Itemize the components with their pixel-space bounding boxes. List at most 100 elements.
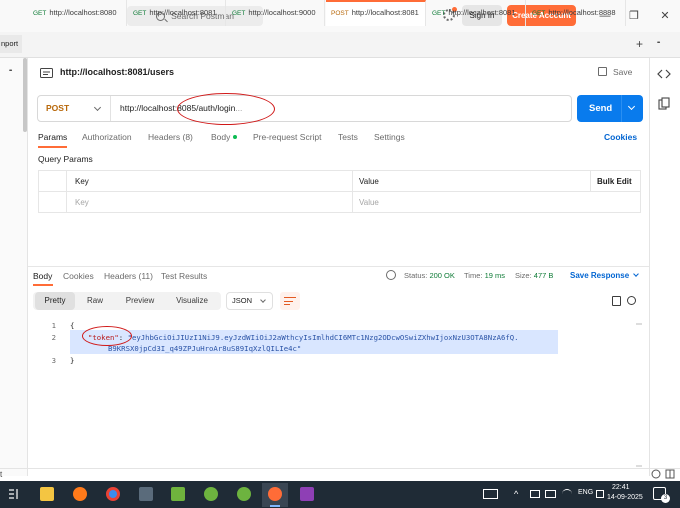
status-value: 200 OK [429, 271, 455, 280]
wrap-lines-icon[interactable] [280, 292, 300, 310]
volume-icon[interactable] [596, 490, 604, 498]
more-tabs-icon[interactable]: ••• [657, 40, 660, 46]
format-preview[interactable]: Preview [117, 292, 163, 310]
table-row: Key Value [39, 192, 640, 213]
tab-headers[interactable]: Headers (8) [148, 132, 193, 142]
response-divider[interactable] [28, 266, 649, 267]
tab-url: http://localhost:9000 [248, 8, 316, 17]
language-select[interactable]: JSON [226, 292, 273, 310]
clock-date[interactable]: 14-09-2025 [607, 494, 643, 501]
url-bar: POST http://localhost:8085/auth/login... [37, 95, 572, 122]
cookies-link[interactable]: Cookies [604, 132, 637, 142]
start-menu-icon[interactable] [8, 488, 22, 500]
method-select[interactable]: POST [38, 96, 111, 121]
format-raw[interactable]: Raw [77, 292, 113, 310]
postman-icon[interactable] [268, 487, 282, 501]
close-window-icon[interactable]: ✕ [658, 9, 672, 23]
layout-icon[interactable] [665, 469, 675, 479]
cloud-icon[interactable] [530, 490, 540, 498]
json-close-brace: } [70, 356, 75, 365]
chevron-down-icon [260, 297, 266, 303]
battery-icon[interactable] [545, 490, 556, 498]
chrome-icon[interactable] [106, 487, 120, 501]
tab-authorization[interactable]: Authorization [82, 132, 132, 142]
response-tab-cookies[interactable]: Cookies [63, 271, 94, 281]
request-tab-4-active[interactable]: POST http://localhost:8081 [326, 0, 426, 26]
tab-tests[interactable]: Tests [338, 132, 358, 142]
request-tab-3[interactable]: GET http://localhost:9000 [227, 0, 325, 26]
file-explorer-icon[interactable] [40, 487, 54, 501]
maximize-icon[interactable]: ❐ [627, 9, 641, 23]
http-request-icon [40, 68, 53, 78]
clock-time[interactable]: 22:41 [612, 484, 630, 491]
language-label: JSON [232, 296, 253, 305]
response-tab-body[interactable]: Body [33, 271, 52, 281]
import-button[interactable]: nport [0, 35, 22, 53]
calculator-icon[interactable] [139, 487, 153, 501]
tab-prerequest-script[interactable]: Pre-request Script [253, 132, 322, 142]
column-value-header: Value [359, 177, 379, 186]
line-number: 2 [51, 333, 56, 342]
response-tab-test-results[interactable]: Test Results [161, 271, 207, 281]
request-tab-5[interactable]: GET http://localhost:8081 [427, 0, 526, 26]
chevron-down-icon [93, 103, 102, 112]
format-pretty[interactable]: Pretty [35, 292, 75, 310]
size-value: 477 B [533, 271, 554, 280]
tab-body[interactable]: Body [211, 132, 238, 142]
status-info[interactable]: Status: 200 OK [404, 271, 455, 280]
help-icon[interactable] [651, 469, 661, 479]
time-label: Time: [464, 271, 483, 280]
size-info[interactable]: Size: 477 B [515, 271, 553, 280]
json-line-2[interactable]: "token": "eyJhbGciOiJIUzI1NiJ9.eyJzdWIiO… [88, 332, 519, 343]
save-button[interactable]: Save [598, 67, 632, 77]
request-tab-6[interactable]: GET http://localhost:8888 [527, 0, 626, 26]
save-response-button[interactable]: Save Response [570, 271, 640, 280]
request-title[interactable]: http://localhost:8081/users [60, 67, 174, 77]
tray-chevron-up-icon[interactable]: ^ [514, 489, 518, 499]
tab-url: http://localhost:8081 [448, 8, 516, 17]
tab-settings[interactable]: Settings [374, 132, 405, 142]
new-tab-icon[interactable]: + [636, 37, 643, 51]
request-tab-1[interactable]: GET http://localhost:8080 [28, 0, 127, 26]
onenote-icon[interactable] [300, 487, 314, 501]
chevron-down-icon [633, 271, 640, 277]
time-value: 19 ms [484, 271, 506, 280]
sidebar-scrollbar[interactable] [23, 58, 27, 132]
firefox-icon[interactable] [73, 487, 87, 501]
tab-method: GET [432, 10, 446, 17]
documentation-icon[interactable] [658, 97, 670, 110]
body-indicator-dot [233, 135, 238, 139]
response-scrollbar[interactable] [632, 320, 646, 470]
query-params-table: Key Value Bulk Edit Key Value [38, 170, 641, 213]
bulk-edit-button[interactable]: Bulk Edit [597, 171, 632, 192]
app-icon[interactable] [171, 487, 185, 501]
spring-tool-icon-2[interactable] [237, 487, 251, 501]
request-tab-2[interactable]: GET http://localhost:8081 [128, 0, 226, 26]
json-open-brace: { [70, 321, 75, 330]
tab-method: GET [232, 10, 246, 17]
active-tab-indicator [38, 146, 67, 148]
search-response-icon[interactable] [627, 296, 636, 305]
copy-icon[interactable] [612, 296, 621, 306]
format-visualize[interactable]: Visualize [167, 292, 217, 310]
notification-count-badge: 3 [661, 494, 670, 503]
annotation-circle-token [82, 326, 132, 346]
sidebar-more-icon[interactable]: ••• [9, 68, 12, 74]
language-indicator[interactable]: ENG [578, 489, 593, 496]
value-input[interactable]: Value [359, 192, 379, 213]
response-tab-headers[interactable]: Headers (11) [104, 271, 153, 281]
save-response-label: Save Response [570, 271, 630, 280]
tab-params[interactable]: Params [38, 132, 67, 142]
send-options-chevron-icon[interactable] [627, 102, 636, 111]
key-input[interactable]: Key [75, 192, 89, 213]
globe-icon[interactable] [386, 270, 396, 280]
column-divider [66, 171, 67, 212]
spring-tool-icon-1[interactable] [204, 487, 218, 501]
wifi-icon[interactable] [562, 489, 572, 499]
keyboard-icon[interactable] [483, 489, 498, 499]
code-snippet-icon[interactable] [657, 68, 671, 80]
send-label: Send [589, 103, 613, 114]
tab-url: http://localhost:8080 [49, 8, 117, 17]
time-info[interactable]: Time: 19 ms [464, 271, 505, 280]
send-button[interactable]: Send [577, 95, 643, 122]
